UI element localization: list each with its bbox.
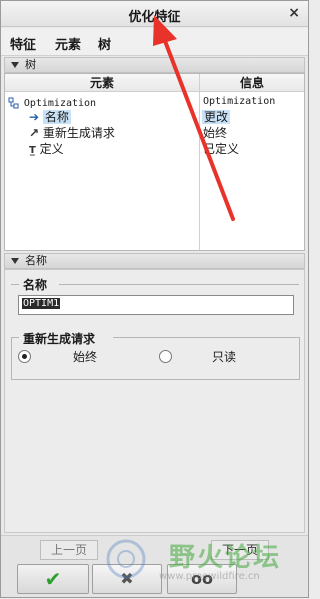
tree-info-value: 更改 (202, 110, 231, 124)
group-border (59, 284, 299, 285)
tree-root-icon (8, 97, 19, 108)
title-bar[interactable]: 优化特征 × (1, 1, 308, 27)
optimize-feature-dialog: 优化特征 × 特征 元素 树 树 元素 信息 Optimization Opti… (0, 0, 309, 598)
tree-element-label: 重新生成请求 (42, 126, 115, 140)
name-group-label: 名称 (23, 278, 48, 292)
tree-info-value: Optimization (203, 96, 276, 107)
tree-element-label: 定义 (39, 142, 64, 156)
column-header-info[interactable]: 信息 (200, 74, 304, 92)
definition-icon: T̲ (29, 145, 36, 156)
radio-always[interactable] (18, 350, 31, 363)
group-border (11, 337, 12, 379)
name-section-title: 名称 (25, 254, 47, 267)
group-border (11, 284, 19, 285)
tree-element-label: 名称 (42, 110, 71, 124)
collapse-triangle-icon (11, 258, 19, 264)
menu-element[interactable]: 元素 (55, 34, 81, 53)
group-border (113, 337, 299, 338)
tree-info-value: 始终 (203, 126, 228, 140)
group-border (11, 379, 300, 380)
name-section-header[interactable]: 名称 (4, 253, 305, 269)
name-content-panel: 名称 OPTIM1 重新生成请求 始终 只读 (4, 269, 305, 533)
preview-button[interactable]: oo (167, 564, 237, 594)
radio-read-only[interactable] (159, 350, 172, 363)
radio-always-label[interactable]: 始终 (73, 348, 97, 365)
next-page-button[interactable]: 下一页 (211, 540, 269, 560)
dialog-title: 优化特征 (128, 10, 181, 25)
element-tree: 元素 信息 Optimization Optimization ➔ 名称 更改 … (4, 73, 305, 251)
tree-info-value: 已定义 (203, 142, 240, 156)
menu-bar: 特征 元素 树 (1, 28, 308, 56)
menu-feature[interactable]: 特征 (10, 34, 36, 53)
tree-section-header[interactable]: 树 (4, 57, 305, 73)
column-divider (199, 74, 200, 250)
tree-row-regen-request[interactable]: ↗ 重新生成请求 (29, 125, 115, 141)
regen-group-label: 重新生成请求 (23, 332, 96, 346)
watermark-logo (106, 539, 146, 579)
tree-row-name[interactable]: ➔ 名称 (29, 109, 71, 125)
group-border (11, 337, 19, 338)
menu-tree[interactable]: 树 (98, 34, 111, 53)
arrow-right-icon: ➔ (29, 110, 40, 124)
checkmark-icon: ✔ (44, 567, 62, 591)
dialog-footer: 上一页 下一页 ✔ ✖ oo (1, 535, 308, 597)
prev-page-button[interactable]: 上一页 (40, 540, 98, 560)
tree-row-definition[interactable]: T̲ 定义 (29, 141, 64, 157)
name-field[interactable]: OPTIM1 (18, 295, 294, 315)
radio-read-only-label[interactable]: 只读 (212, 348, 236, 365)
group-border (299, 337, 300, 379)
glasses-icon: oo (191, 569, 213, 588)
ok-button[interactable]: ✔ (17, 564, 89, 594)
close-icon[interactable]: × (288, 5, 300, 21)
tree-element-label: Optimization (23, 98, 97, 109)
regen-icon: ↗ (29, 126, 40, 140)
tree-section-title: 树 (25, 58, 36, 71)
column-header-element[interactable]: 元素 (5, 74, 199, 92)
tree-row-optimization[interactable]: Optimization (8, 94, 96, 110)
collapse-triangle-icon (11, 62, 19, 68)
